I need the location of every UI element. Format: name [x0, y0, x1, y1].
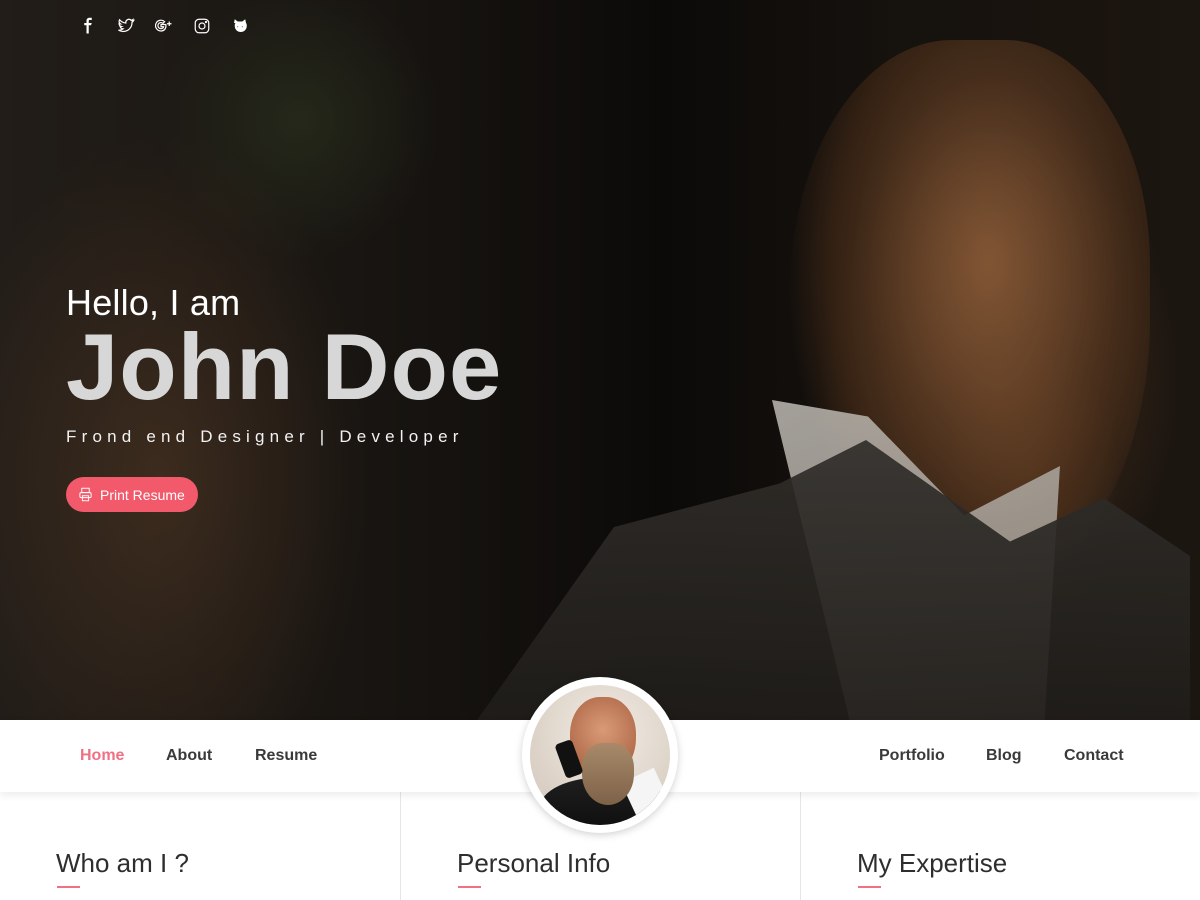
- nav-item-blog[interactable]: Blog: [986, 747, 1022, 765]
- section-my-expertise: My Expertise: [800, 792, 1200, 900]
- section-who-am-i: Who am I ?: [0, 792, 400, 900]
- google-plus-icon[interactable]: [154, 14, 174, 38]
- printer-icon: [79, 487, 92, 502]
- print-resume-label: Print Resume: [100, 486, 185, 503]
- nav-item-about[interactable]: About: [166, 747, 212, 765]
- nav-item-home[interactable]: Home: [80, 747, 124, 765]
- nav-item-portfolio[interactable]: Portfolio: [879, 747, 945, 765]
- social-links: [78, 14, 250, 38]
- section-title: Personal Info: [457, 848, 611, 878]
- section-underline: [858, 886, 881, 888]
- twitter-icon[interactable]: [116, 14, 136, 38]
- profile-avatar-frame: [522, 677, 678, 833]
- section-underline: [57, 886, 80, 888]
- facebook-icon[interactable]: [78, 14, 98, 38]
- hero-name: John Doe: [66, 314, 503, 419]
- section-title: My Expertise: [857, 848, 1008, 878]
- instagram-icon[interactable]: [192, 14, 212, 38]
- nav-item-resume[interactable]: Resume: [255, 747, 317, 765]
- hero-section: Hello, I am John Doe Frond end Designer …: [0, 0, 1200, 720]
- avatar: [530, 685, 670, 825]
- nav-item-contact[interactable]: Contact: [1064, 747, 1124, 765]
- hero-intro: Hello, I am John Doe Frond end Designer …: [66, 282, 502, 447]
- section-title: Who am I ?: [56, 848, 189, 878]
- section-underline: [458, 886, 481, 888]
- github-icon[interactable]: [230, 14, 250, 38]
- print-resume-button[interactable]: Print Resume: [66, 477, 198, 512]
- avatar-beard: [582, 743, 634, 805]
- hero-role: Frond end Designer | Developer: [66, 426, 464, 446]
